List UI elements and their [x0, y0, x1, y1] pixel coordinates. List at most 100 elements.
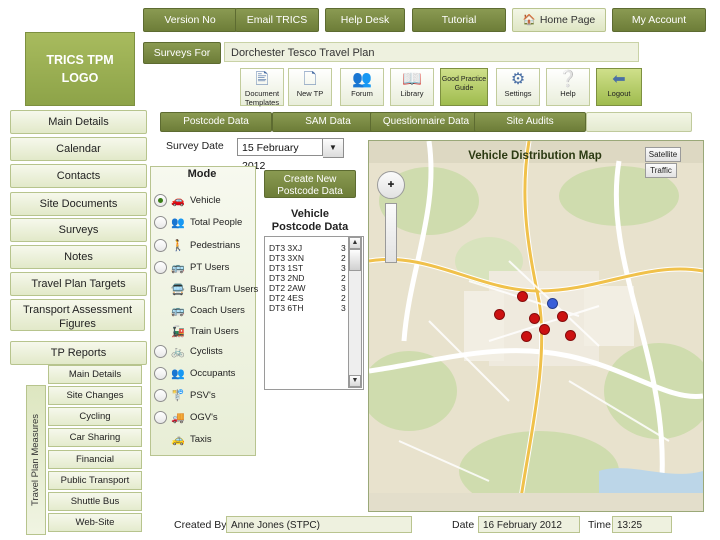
- postcode-count: 2: [341, 253, 346, 263]
- nav-surveys[interactable]: Surveys: [10, 218, 147, 242]
- surveys-for-button[interactable]: Surveys For: [143, 42, 221, 64]
- map-pin[interactable]: [547, 298, 558, 309]
- document-templates-label: Document Templates: [244, 89, 280, 107]
- nav-transport-assessment-figures[interactable]: Transport Assessment Figures: [10, 299, 145, 331]
- nav-tp-reports[interactable]: TP Reports: [10, 341, 147, 365]
- subtab-questionnaire-data[interactable]: Questionnaire Data: [370, 112, 482, 132]
- map-pin[interactable]: [539, 324, 550, 335]
- document-icon: 🖹: [255, 71, 269, 88]
- tab-my-account[interactable]: My Account: [612, 8, 706, 32]
- tab-tutorial[interactable]: Tutorial: [412, 8, 506, 32]
- map-pin[interactable]: [565, 330, 576, 341]
- postcode-count: 3: [341, 303, 346, 313]
- vehicle-distribution-map[interactable]: ✚ Satellite Traffic: [368, 140, 704, 512]
- map-traffic-button[interactable]: Traffic: [645, 163, 677, 178]
- mode-label-psvs: PSV's: [190, 390, 216, 401]
- measure-shuttle-bus[interactable]: Shuttle Bus: [48, 492, 142, 511]
- nav-travel-plan-targets[interactable]: Travel Plan Targets: [10, 272, 147, 296]
- new-document-icon: 🗋: [303, 71, 317, 88]
- survey-date-input[interactable]: 15 February 2012: [237, 138, 323, 172]
- occupants-icon: 👥: [171, 368, 185, 380]
- logo-line-1: TRICS TPM: [46, 53, 114, 67]
- mode-radio-cyclists[interactable]: [154, 345, 167, 358]
- tab-email-trics[interactable]: Email TRICS: [235, 8, 319, 32]
- library-button[interactable]: 📖 Library: [390, 68, 434, 106]
- subtab-blank[interactable]: [586, 112, 692, 132]
- subtab-postcode-data[interactable]: Postcode Data: [160, 112, 272, 132]
- scroll-down-icon[interactable]: ▼: [349, 375, 361, 387]
- map-pin[interactable]: [557, 311, 568, 322]
- question-icon: ❔: [558, 71, 578, 88]
- survey-date-label: Survey Date: [166, 140, 224, 152]
- nav-calendar[interactable]: Calendar: [10, 137, 147, 161]
- book-icon: 📖: [402, 71, 422, 88]
- library-label: Library: [400, 89, 424, 98]
- settings-button[interactable]: ⚙ Settings: [496, 68, 540, 106]
- postcode-code: DT3 3XJ: [269, 243, 303, 253]
- date-value[interactable]: 16 February 2012: [478, 516, 580, 533]
- postcode-count: 3: [341, 243, 346, 253]
- measure-car-sharing[interactable]: Car Sharing: [48, 428, 142, 447]
- mode-radio-pt-users[interactable]: [154, 261, 167, 274]
- scrollbar-thumb[interactable]: [349, 249, 361, 271]
- survey-date-dropdown-icon[interactable]: ▼: [323, 138, 344, 158]
- mode-label-occupants: Occupants: [190, 368, 236, 379]
- measure-public-transport[interactable]: Public Transport: [48, 471, 142, 490]
- map-pin[interactable]: [517, 291, 528, 302]
- mode-radio-psvs[interactable]: [154, 389, 167, 402]
- created-by-value[interactable]: Anne Jones (STPC): [226, 516, 412, 533]
- tab-version-no[interactable]: Version No: [143, 8, 237, 32]
- created-by-label: Created By: [174, 519, 227, 531]
- measure-financial[interactable]: Financial: [48, 450, 142, 469]
- gear-icon: ⚙: [510, 71, 526, 88]
- mode-radio-vehicle[interactable]: [154, 194, 167, 207]
- bus-icon: 🚌: [171, 262, 185, 274]
- mode-label-coach-users: Coach Users: [190, 305, 245, 316]
- forum-button[interactable]: 👥 Forum: [340, 68, 384, 106]
- scroll-up-icon[interactable]: ▲: [349, 237, 361, 249]
- subtab-sam-data[interactable]: SAM Data: [272, 112, 384, 132]
- map-pin[interactable]: [521, 331, 532, 342]
- subtab-site-audits[interactable]: Site Audits: [474, 112, 586, 132]
- mode-title: Mode: [187, 168, 217, 180]
- time-value[interactable]: 13:25: [612, 516, 672, 533]
- tab-home-page[interactable]: 🏠 Home Page: [512, 8, 606, 32]
- mode-radio-total-people[interactable]: [154, 216, 167, 229]
- mode-label-ogvs: OGV's: [190, 412, 218, 423]
- postcode-list-scrollbar[interactable]: ▲ ▼: [348, 236, 362, 388]
- map-pin[interactable]: [494, 309, 505, 320]
- logo-line-2: LOGO: [61, 71, 99, 85]
- postcode-count: 3: [341, 263, 346, 273]
- postcode-code: DT3 1ST: [269, 263, 304, 273]
- nav-contacts[interactable]: Contacts: [10, 164, 147, 188]
- new-tp-button[interactable]: 🗋 New TP: [288, 68, 332, 106]
- tab-help-desk[interactable]: Help Desk: [325, 8, 405, 32]
- measure-cycling[interactable]: Cycling: [48, 407, 142, 426]
- map-satellite-button[interactable]: Satellite: [645, 147, 681, 162]
- bicycle-icon: 🚲: [171, 346, 185, 358]
- surveys-for-value[interactable]: Dorchester Tesco Travel Plan: [224, 42, 639, 62]
- nav-notes[interactable]: Notes: [10, 245, 147, 269]
- measure-main-details[interactable]: Main Details: [48, 365, 142, 384]
- mode-radio-occupants[interactable]: [154, 367, 167, 380]
- logout-button[interactable]: ⬅ Logout: [596, 68, 642, 106]
- date-label: Date: [452, 519, 475, 531]
- measure-site-changes[interactable]: Site Changes: [48, 386, 142, 405]
- document-templates-button[interactable]: 🖹 Document Templates: [240, 68, 284, 106]
- help-button[interactable]: ❔ Help: [546, 68, 590, 106]
- map-zoom-slider[interactable]: [385, 203, 397, 263]
- mode-radio-ogvs[interactable]: [154, 411, 167, 424]
- create-new-postcode-data-button[interactable]: Create New Postcode Data: [264, 170, 356, 198]
- bus-tram-icon: 🚍: [171, 284, 185, 296]
- measure-web-site[interactable]: Web-Site: [48, 513, 142, 532]
- good-practice-guide-button[interactable]: Good Practice Guide: [440, 68, 488, 106]
- postcode-panel-title-line2: Postcode Data: [271, 221, 349, 233]
- map-pan-control[interactable]: ✚: [377, 171, 405, 199]
- mode-radio-pedestrians[interactable]: [154, 239, 167, 252]
- map-pin[interactable]: [529, 313, 540, 324]
- help-label: Help: [560, 89, 576, 98]
- nav-site-documents[interactable]: Site Documents: [10, 192, 147, 216]
- settings-label: Settings: [504, 89, 532, 98]
- nav-main-details[interactable]: Main Details: [10, 110, 147, 134]
- mode-label-cyclists: Cyclists: [190, 346, 223, 357]
